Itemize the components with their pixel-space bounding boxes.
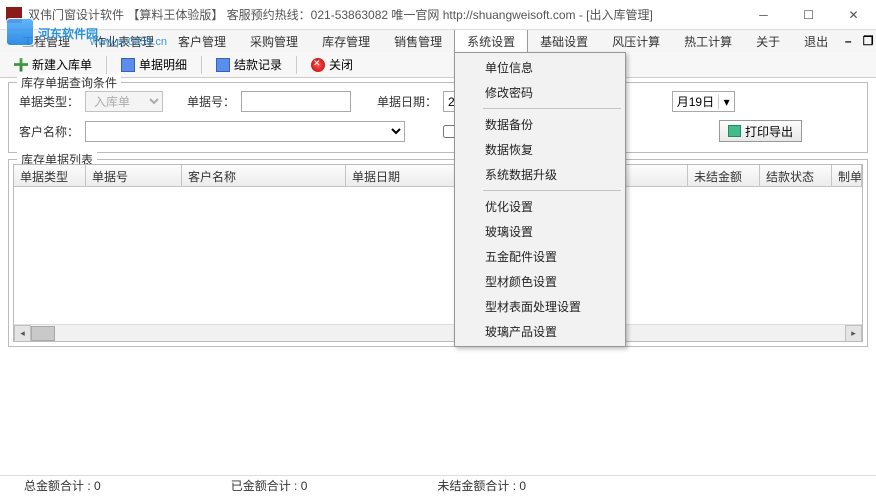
menu-separator	[483, 108, 621, 109]
menu-system-settings[interactable]: 系统设置	[454, 29, 528, 53]
menu-basic-settings[interactable]: 基础设置	[528, 30, 600, 53]
bill-detail-button[interactable]: 单据明细	[115, 54, 193, 75]
menu-glass-product-settings[interactable]: 玻璃产品设置	[457, 319, 623, 344]
bill-type-label: 单据类型：	[19, 93, 79, 110]
window-title: 双伟门窗设计软件 【算料王体验版】 客服预约热线：021-53863082 唯一…	[28, 6, 653, 23]
menu-wind-calc[interactable]: 风压计算	[600, 30, 672, 53]
close-button[interactable]: ✕	[831, 0, 876, 30]
payment-record-button[interactable]: 结款记录	[210, 54, 288, 75]
mdi-restore-button[interactable]: ❐	[860, 34, 876, 48]
col-customer[interactable]: 客户名称	[182, 165, 346, 186]
new-stockin-button[interactable]: 新建入库单	[8, 54, 98, 75]
system-settings-menu: 单位信息 修改密码 数据备份 数据恢复 系统数据升级 优化设置 玻璃设置 五金配…	[454, 52, 626, 347]
scroll-right-button[interactable]: ▸	[845, 325, 862, 342]
bill-no-label: 单据号：	[187, 93, 235, 110]
menu-optimize-settings[interactable]: 优化设置	[457, 194, 623, 219]
bill-table: 单据类型 单据号 客户名称 单据日期 未结金额 结款状态 制单人 ◂ ▸	[13, 164, 863, 342]
menu-thermal-calc[interactable]: 热工计算	[672, 30, 744, 53]
col-creator[interactable]: 制单人	[832, 165, 862, 186]
plus-icon	[14, 58, 28, 72]
menu-data-backup[interactable]: 数据备份	[457, 112, 623, 137]
bill-type-select[interactable]: 入库单	[85, 91, 163, 112]
menu-bar: 工程管理 作业表管理 客户管理 采购管理 库存管理 销售管理 系统设置 基础设置…	[0, 30, 876, 52]
document-icon	[216, 58, 230, 72]
mdi-child-controls: – ❐ ✕	[840, 34, 876, 48]
window-controls: ─ ☐ ✕	[741, 0, 876, 30]
print-icon	[728, 125, 741, 137]
document-icon	[121, 58, 135, 72]
unpaid-amount: 未结金额合计 : 0	[437, 477, 526, 494]
menu-change-password[interactable]: 修改密码	[457, 80, 623, 105]
table-header: 单据类型 单据号 客户名称 单据日期 未结金额 结款状态 制单人	[14, 165, 862, 187]
menu-separator	[483, 190, 621, 191]
menu-exit[interactable]: 退出	[792, 30, 840, 53]
bill-date-label: 单据日期：	[377, 93, 437, 110]
query-fieldset: 库存单据查询条件 单据类型： 入库单 单据号： 单据日期： 2017年 月19日…	[8, 82, 868, 153]
print-export-button[interactable]: 打印导出	[719, 120, 802, 142]
col-bill-no[interactable]: 单据号	[86, 165, 182, 186]
scroll-thumb[interactable]	[31, 326, 55, 341]
menu-hardware-settings[interactable]: 五金配件设置	[457, 244, 623, 269]
menu-data-restore[interactable]: 数据恢复	[457, 137, 623, 162]
menu-worksheet[interactable]: 作业表管理	[82, 30, 166, 53]
total-amount: 总金额合计 : 0	[24, 477, 101, 494]
bill-no-input[interactable]	[241, 91, 351, 112]
maximize-button[interactable]: ☐	[786, 0, 831, 30]
menu-customer[interactable]: 客户管理	[166, 30, 238, 53]
menu-data-upgrade[interactable]: 系统数据升级	[457, 162, 623, 187]
menu-profile-color-settings[interactable]: 型材颜色设置	[457, 269, 623, 294]
col-bill-type[interactable]: 单据类型	[14, 165, 86, 186]
table-body[interactable]	[14, 187, 862, 323]
menu-company-info[interactable]: 单位信息	[457, 55, 623, 80]
col-unpaid[interactable]: 未结金额	[688, 165, 760, 186]
toolbar: 新建入库单 单据明细 结款记录 关闭	[0, 52, 876, 78]
query-legend: 库存单据查询条件	[17, 74, 121, 91]
mdi-minimize-button[interactable]: –	[840, 34, 856, 48]
scroll-left-button[interactable]: ◂	[14, 325, 31, 342]
customer-select[interactable]	[85, 121, 405, 142]
menu-profile-surface-settings[interactable]: 型材表面处理设置	[457, 294, 623, 319]
menu-inventory[interactable]: 库存管理	[310, 30, 382, 53]
paid-amount: 已金额合计 : 0	[231, 477, 308, 494]
status-bar: 总金额合计 : 0 已金额合计 : 0 未结金额合计 : 0	[0, 475, 876, 495]
date-to-picker[interactable]: 月19日▾	[672, 91, 735, 112]
col-bill-date[interactable]: 单据日期	[346, 165, 456, 186]
minimize-button[interactable]: ─	[741, 0, 786, 30]
horizontal-scrollbar[interactable]: ◂ ▸	[14, 324, 862, 341]
close-tab-button[interactable]: 关闭	[305, 54, 359, 75]
menu-project[interactable]: 工程管理	[10, 30, 82, 53]
customer-label: 客户名称：	[19, 123, 79, 140]
chevron-down-icon[interactable]: ▾	[718, 95, 734, 109]
col-pay-status[interactable]: 结款状态	[760, 165, 832, 186]
menu-sales[interactable]: 销售管理	[382, 30, 454, 53]
menu-about[interactable]: 关于	[744, 30, 792, 53]
menu-glass-settings[interactable]: 玻璃设置	[457, 219, 623, 244]
title-bar: 双伟门窗设计软件 【算料王体验版】 客服预约热线：021-53863082 唯一…	[0, 0, 876, 30]
content-area: 库存单据查询条件 单据类型： 入库单 单据号： 单据日期： 2017年 月19日…	[0, 78, 876, 347]
close-icon	[311, 58, 325, 72]
list-fieldset: 库存单据列表 单据类型 单据号 客户名称 单据日期 未结金额 结款状态 制单人 …	[8, 159, 868, 347]
app-icon	[6, 7, 22, 23]
menu-purchase[interactable]: 采购管理	[238, 30, 310, 53]
